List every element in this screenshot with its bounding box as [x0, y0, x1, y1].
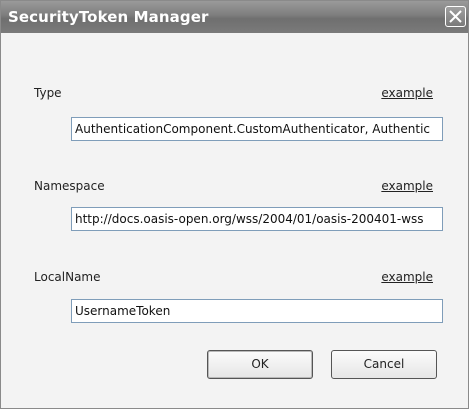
ok-button[interactable]: OK — [207, 350, 313, 379]
localname-label: LocalName — [34, 270, 101, 284]
namespace-example-link[interactable]: example — [373, 179, 433, 193]
window-title: SecurityToken Manager — [8, 8, 209, 26]
type-label: Type — [34, 86, 62, 100]
title-bar[interactable]: SecurityToken Manager — [1, 1, 468, 33]
close-icon — [449, 10, 462, 23]
cancel-button[interactable]: Cancel — [331, 350, 437, 379]
localname-field[interactable]: UsernameToken — [71, 299, 443, 323]
namespace-label: Namespace — [34, 179, 105, 193]
close-button[interactable] — [445, 6, 466, 27]
localname-example-link[interactable]: example — [373, 270, 433, 284]
security-token-manager-dialog: SecurityToken Manager Type example Authe… — [0, 0, 469, 409]
type-field[interactable]: AuthenticationComponent.CustomAuthentica… — [71, 117, 443, 141]
type-example-link[interactable]: example — [373, 86, 433, 100]
namespace-field[interactable]: http://docs.oasis-open.org/wss/2004/01/o… — [71, 207, 443, 231]
